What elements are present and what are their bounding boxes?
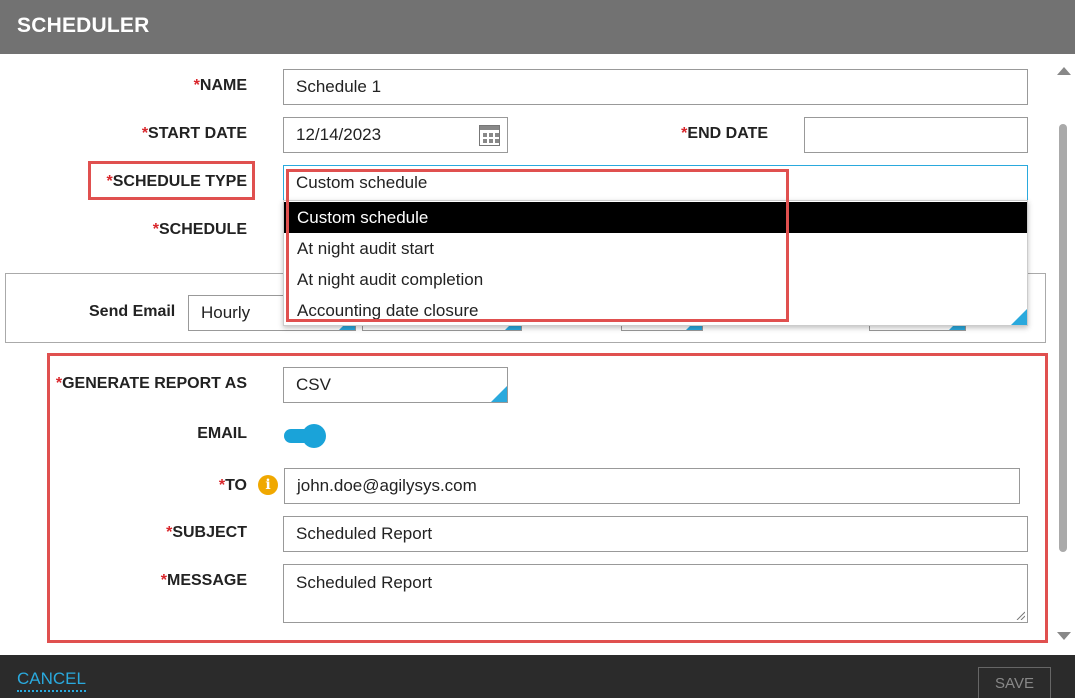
schedule-type-label: *SCHEDULE TYPE xyxy=(106,173,247,190)
name-label: *NAME xyxy=(193,77,247,94)
scroll-up-icon[interactable] xyxy=(1057,67,1071,75)
dropdown-corner-icon xyxy=(1011,309,1027,325)
calendar-icon[interactable] xyxy=(479,125,500,146)
to-input[interactable]: john.doe@agilysys.com xyxy=(284,468,1020,504)
toggle-knob xyxy=(302,424,326,448)
footer-bar: CANCEL SAVE xyxy=(0,655,1075,698)
resize-grip-icon[interactable] xyxy=(1015,610,1025,620)
generate-report-label: *GENERATE REPORT AS xyxy=(55,375,247,392)
to-label: *TO xyxy=(218,477,247,494)
info-icon[interactable]: i xyxy=(258,475,278,495)
vertical-scrollbar[interactable] xyxy=(1055,54,1075,654)
subject-label: *SUBJECT xyxy=(166,524,247,541)
email-toggle[interactable] xyxy=(284,423,326,449)
cancel-button[interactable]: CANCEL xyxy=(17,669,86,692)
dropdown-corner-icon xyxy=(491,386,507,402)
window-title: SCHEDULER xyxy=(17,14,150,37)
scroll-down-icon[interactable] xyxy=(1057,632,1071,640)
start-date-label: *START DATE xyxy=(141,125,247,142)
save-button[interactable]: SAVE xyxy=(978,667,1051,698)
scroll-thumb[interactable] xyxy=(1059,124,1067,552)
send-email-label: Send Email xyxy=(89,303,176,320)
schedule-label: *SCHEDULE xyxy=(152,221,247,238)
end-date-label: *END DATE xyxy=(681,125,768,142)
start-date-input[interactable]: 12/14/2023 xyxy=(283,117,508,153)
report-format-select[interactable]: CSV xyxy=(283,367,508,403)
name-input[interactable]: Schedule 1 xyxy=(283,69,1028,105)
dropdown-highlight xyxy=(286,169,789,322)
subject-input[interactable]: Scheduled Report xyxy=(283,516,1028,552)
message-textarea[interactable]: Scheduled Report xyxy=(283,564,1028,623)
end-date-input[interactable] xyxy=(804,117,1028,153)
message-label: *MESSAGE xyxy=(160,572,247,589)
title-bar: SCHEDULER xyxy=(0,0,1075,54)
email-label: EMAIL xyxy=(197,425,247,442)
